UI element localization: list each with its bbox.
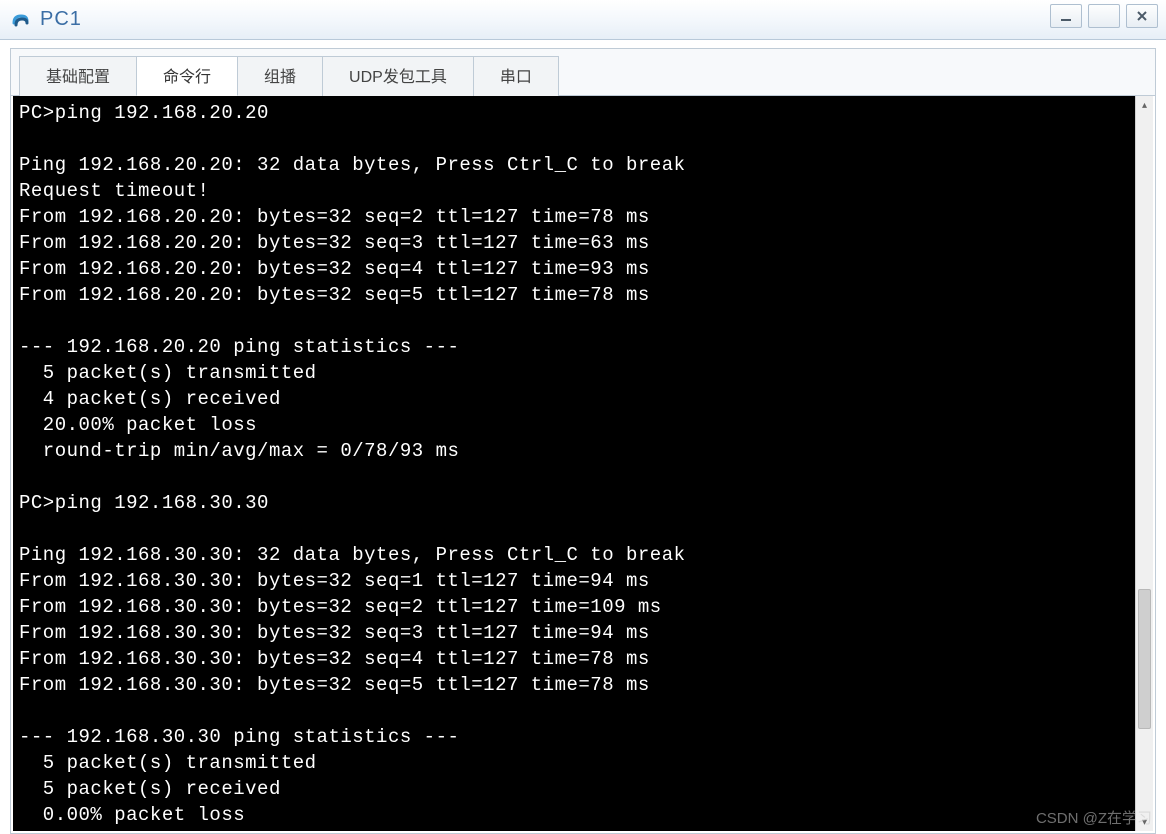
scroll-track[interactable]	[1136, 114, 1153, 813]
terminal-output[interactable]: PC>ping 192.168.20.20 Ping 192.168.20.20…	[13, 96, 1135, 831]
tab-command-line[interactable]: 命令行	[136, 56, 238, 96]
maximize-button[interactable]	[1088, 4, 1120, 28]
scrollbar[interactable]: ▴ ▾	[1135, 96, 1153, 831]
content-frame: 基础配置 命令行 组播 UDP发包工具 串口 PC>ping 192.168.2…	[0, 40, 1166, 834]
terminal-wrap: PC>ping 192.168.20.20 Ping 192.168.20.20…	[13, 96, 1153, 831]
tab-label: 命令行	[163, 69, 211, 86]
tab-label: 组播	[264, 69, 296, 86]
close-button[interactable]	[1126, 4, 1158, 28]
tab-bar: 基础配置 命令行 组播 UDP发包工具 串口	[11, 49, 1155, 96]
scroll-thumb[interactable]	[1138, 589, 1151, 729]
window-title: PC1	[40, 8, 82, 31]
inner-panel: 基础配置 命令行 组播 UDP发包工具 串口 PC>ping 192.168.2…	[10, 48, 1156, 834]
tab-label: 基础配置	[46, 69, 110, 86]
tab-udp-sender[interactable]: UDP发包工具	[322, 56, 474, 96]
tab-basic-config[interactable]: 基础配置	[19, 56, 137, 96]
tab-label: 串口	[500, 69, 532, 86]
window-controls	[1050, 4, 1158, 28]
scroll-up-arrow-icon[interactable]: ▴	[1136, 96, 1153, 114]
titlebar: PC1	[0, 0, 1166, 40]
minimize-button[interactable]	[1050, 4, 1082, 28]
tab-label: UDP发包工具	[349, 69, 447, 86]
tab-multicast[interactable]: 组播	[237, 56, 323, 96]
tab-serial[interactable]: 串口	[473, 56, 559, 96]
app-logo-icon	[10, 9, 32, 31]
scroll-down-arrow-icon[interactable]: ▾	[1136, 813, 1153, 831]
